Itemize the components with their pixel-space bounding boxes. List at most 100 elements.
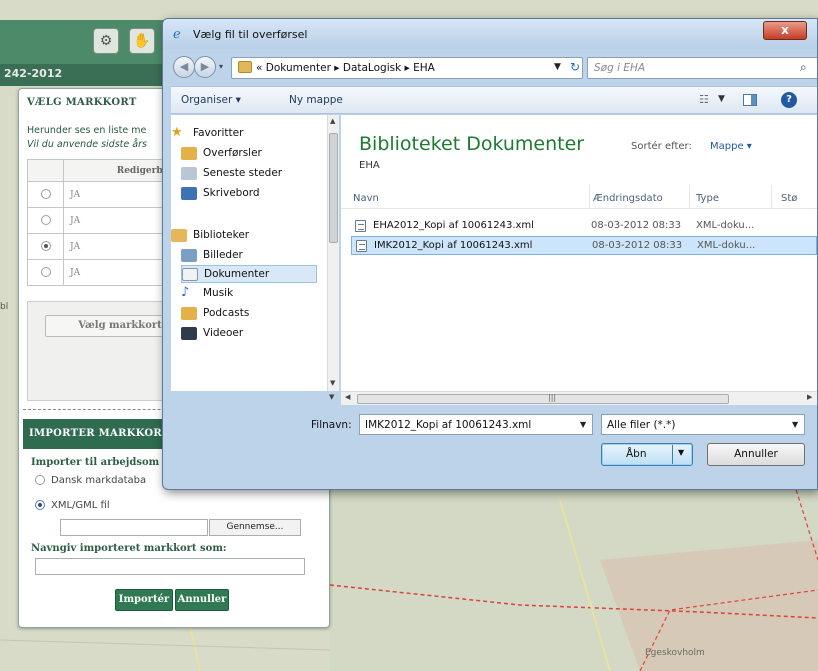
recent-places-icon [181, 167, 197, 180]
nav-label: Skrivebord [203, 187, 260, 199]
file-date: 08-03-2012 08:33 [591, 220, 682, 231]
browse-button[interactable]: Gennemse... [209, 519, 301, 536]
nav-item-documents[interactable]: Dokumenter [181, 265, 317, 283]
filter-value: Alle filer (*.*) [607, 419, 676, 431]
row-radio[interactable] [40, 267, 51, 278]
forward-button[interactable]: ▶ [194, 56, 216, 78]
preview-pane-icon[interactable] [743, 94, 757, 106]
map-name-input[interactable] [35, 558, 305, 575]
map-period-bar: 242-2012 [0, 64, 170, 86]
nav-label: Dokumenter [204, 268, 270, 280]
row-radio[interactable] [40, 189, 51, 200]
import-target-label: Importer til arbejdsom [31, 457, 160, 468]
nav-label: Seneste steder [203, 167, 283, 179]
file-type: XML-doku... [697, 240, 756, 251]
views-dropdown[interactable]: ▼ [718, 94, 725, 104]
open-button-label: Åbn [626, 448, 647, 460]
back-button[interactable]: ◀ [173, 56, 195, 78]
dialog-toolbar: Organiser ▾ Ny mappe ☷ ▼ ? [171, 86, 817, 114]
close-button[interactable]: x [763, 21, 807, 40]
search-icon[interactable]: ⌕ [800, 60, 807, 75]
address-bar[interactable]: « Dokumenter ▸ DataLogisk ▸ EHA ▼ ↻ [231, 57, 583, 79]
filename-value: IMK2012_Kopi af 10061243.xml [365, 419, 532, 431]
panel-title: VÆLG MARKKORT [27, 97, 137, 108]
open-options-dropdown[interactable]: ▼ [678, 448, 684, 457]
map-name-label: Navngiv importeret markkort som: [31, 543, 227, 554]
nav-label: Musik [203, 287, 234, 299]
map-settings-button[interactable]: ⚙ [93, 28, 119, 54]
nav-label: Favoritter [193, 127, 244, 139]
refresh-icon[interactable]: ↻ [570, 60, 580, 74]
file-open-dialog: ℯ Vælg fil til overførsel x ◀ ▶ ▾ « Doku… [162, 18, 818, 490]
file-path-input[interactable] [60, 519, 208, 536]
import-button[interactable]: Importér [115, 589, 173, 611]
search-input[interactable]: Søg i EHA ⌕ [587, 57, 817, 79]
new-folder-button[interactable]: Ny mappe [289, 94, 343, 106]
table-header-select [27, 159, 64, 182]
open-button[interactable]: Åbn ▼ [601, 443, 693, 466]
file-row-selected[interactable]: IMK2012_Kopi af 10061243.xml 08-03-2012 … [351, 236, 817, 255]
sort-dropdown[interactable]: Mappe ▾ [710, 141, 752, 152]
panel-intro-question: Vil du anvende sidste års [27, 139, 147, 150]
row-radio[interactable] [40, 241, 51, 252]
file-date: 08-03-2012 08:33 [592, 240, 683, 251]
option-xml-file[interactable]: XML/GML fil [35, 500, 110, 511]
nav-scroll-down-icon[interactable]: ▼ [329, 393, 334, 401]
navigation-pane: ★ Favoritter Overførsler Seneste steder … [171, 115, 339, 391]
close-icon: x [781, 23, 789, 37]
scroll-up-icon[interactable]: ▲ [330, 117, 335, 125]
nav-scrollbar[interactable]: ▲ ▼ [327, 115, 339, 391]
panel-intro-text: Herunder ses en liste me [27, 125, 147, 136]
arrow-left-icon: ◀ [179, 60, 189, 73]
scroll-left-icon[interactable]: ◀ [345, 393, 350, 401]
help-icon[interactable]: ? [781, 92, 797, 108]
horizontal-scroll-thumb[interactable]: ||| [357, 393, 729, 404]
map-side-label: bl [0, 302, 9, 312]
radio-xml[interactable] [35, 500, 45, 510]
column-name[interactable]: Navn [353, 193, 379, 204]
music-icon: ♪ [181, 285, 190, 300]
videos-icon [181, 327, 197, 340]
option-danish-database[interactable]: Dansk markdataba [35, 475, 146, 486]
column-size[interactable]: Stø [781, 193, 797, 204]
nav-label: Videoer [203, 327, 244, 339]
grip-icon: ||| [548, 393, 557, 402]
address-path[interactable]: « Dokumenter ▸ DataLogisk ▸ EHA [256, 62, 435, 74]
organise-menu[interactable]: Organiser ▾ [181, 94, 241, 106]
libraries-icon [171, 229, 187, 242]
nav-label: Overførsler [203, 147, 262, 159]
views-icon[interactable]: ☷ [699, 93, 709, 106]
file-row[interactable]: EHA2012_Kopi af 10061243.xml 08-03-2012 … [351, 217, 817, 236]
downloads-folder-icon [181, 147, 197, 160]
xml-file-icon [355, 220, 366, 232]
address-dropdown[interactable]: ▼ [554, 62, 561, 72]
radio-danish[interactable] [35, 475, 45, 485]
file-type: XML-doku... [696, 220, 755, 231]
dialog-title: Vælg fil til overførsel [193, 28, 308, 41]
chevron-down-icon[interactable]: ▼ [792, 420, 798, 429]
nav-label: Biblioteker [193, 229, 250, 241]
option-danish-label: Dansk markdataba [51, 475, 147, 486]
column-date[interactable]: Ændringsdato [593, 193, 663, 204]
nav-label: Podcasts [203, 307, 250, 319]
hand-icon: ✋ [133, 33, 151, 49]
map-pan-button[interactable]: ✋ [129, 28, 155, 54]
scroll-down-icon[interactable]: ▼ [330, 379, 335, 387]
map-place-label: Egeskovholm [645, 648, 705, 658]
chevron-down-icon[interactable]: ▼ [580, 420, 586, 429]
column-type[interactable]: Type [696, 193, 719, 204]
filename-input[interactable]: IMK2012_Kopi af 10061243.xml ▼ [359, 414, 593, 435]
file-name: EHA2012_Kopi af 10061243.xml [373, 220, 534, 231]
row-radio[interactable] [40, 215, 51, 226]
file-type-filter[interactable]: Alle filer (*.*) ▼ [601, 414, 805, 435]
library-subtitle: EHA [359, 160, 380, 171]
horizontal-scrollbar[interactable]: ◀ ||| ▶ [341, 391, 817, 405]
map-period-label: 242-2012 [4, 67, 63, 80]
filename-label: Filnavn: [311, 419, 352, 431]
panel-cancel-button[interactable]: Annuller [175, 589, 229, 611]
nav-scroll-thumb[interactable] [329, 133, 338, 243]
scroll-right-icon[interactable]: ▶ [807, 393, 812, 401]
dialog-titlebar[interactable]: ℯ Vælg fil til overførsel x [163, 19, 817, 49]
cancel-button[interactable]: Annuller [707, 443, 805, 466]
recent-pages-dropdown[interactable]: ▾ [219, 62, 223, 71]
